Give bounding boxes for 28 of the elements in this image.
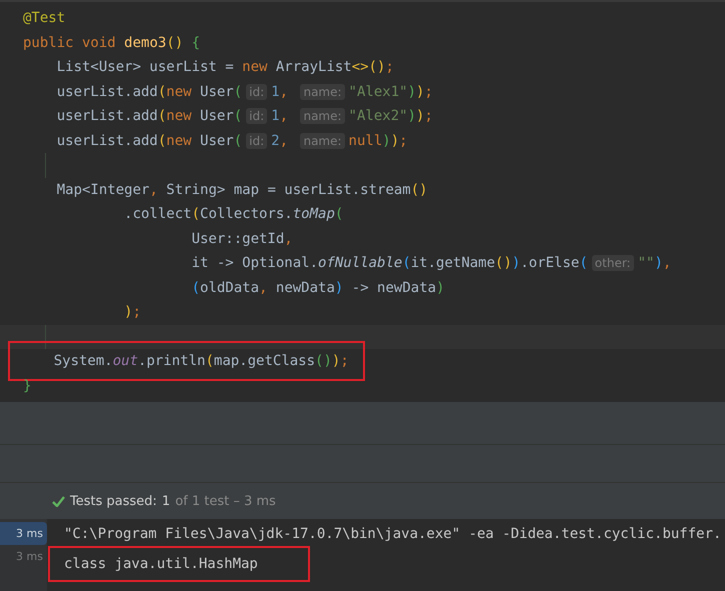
parameter-hint: id: — [246, 84, 268, 100]
code-line: System.out.println(map.getClass()); — [10, 343, 363, 380]
code-line: (oldData, newData) -> newData) — [190, 280, 444, 296]
duration-label[interactable]: 3 ms — [0, 522, 47, 545]
console-output-line: "C:\Program Files\Java\jdk-17.0.7\bin\java.exe" -ea -Didea.test.cyclic.buffer. — [64, 526, 722, 542]
code-line: List<User> userList = new ArrayList<>(); — [56, 59, 394, 76]
parameter-hint: other: — [592, 255, 634, 272]
test-status-detail: of 1 test – 3 ms — [175, 494, 276, 508]
code-line: } — [23, 378, 32, 394]
code-line: @Test — [23, 10, 66, 26]
code-line: it -> Optional.ofNullable(it.getName()).orElse( other: ""), — [190, 255, 672, 272]
parameter-hint: name: — [300, 132, 345, 149]
code-line: userList.add(new User( id: 1, name: "Alex1")); — [56, 84, 433, 100]
parameter-hint: id: — [246, 108, 268, 124]
code-line: ); — [123, 304, 142, 320]
parameter-hint: name: — [300, 84, 345, 100]
parameter-hint: name: — [300, 108, 345, 124]
check-icon — [52, 496, 65, 506]
code-line: User::getId, — [190, 230, 293, 247]
code-line: userList.add(new User( id: 2, name: null)); — [56, 132, 408, 149]
code-line: Map<Integer, String> map = userList.stream() — [56, 182, 428, 198]
test-count: 1 — [162, 494, 170, 508]
code-line: userList.add(new User( id: 1, name: "Alex2")); — [56, 108, 433, 124]
parameter-hint: id: — [246, 132, 268, 149]
code-line: public void demo3() { — [23, 34, 200, 51]
test-status-label: Tests passed: — [70, 494, 157, 508]
code-line: .collect(Collectors.toMap( — [123, 206, 344, 222]
console-output-line: class java.util.HashMap — [50, 548, 308, 580]
